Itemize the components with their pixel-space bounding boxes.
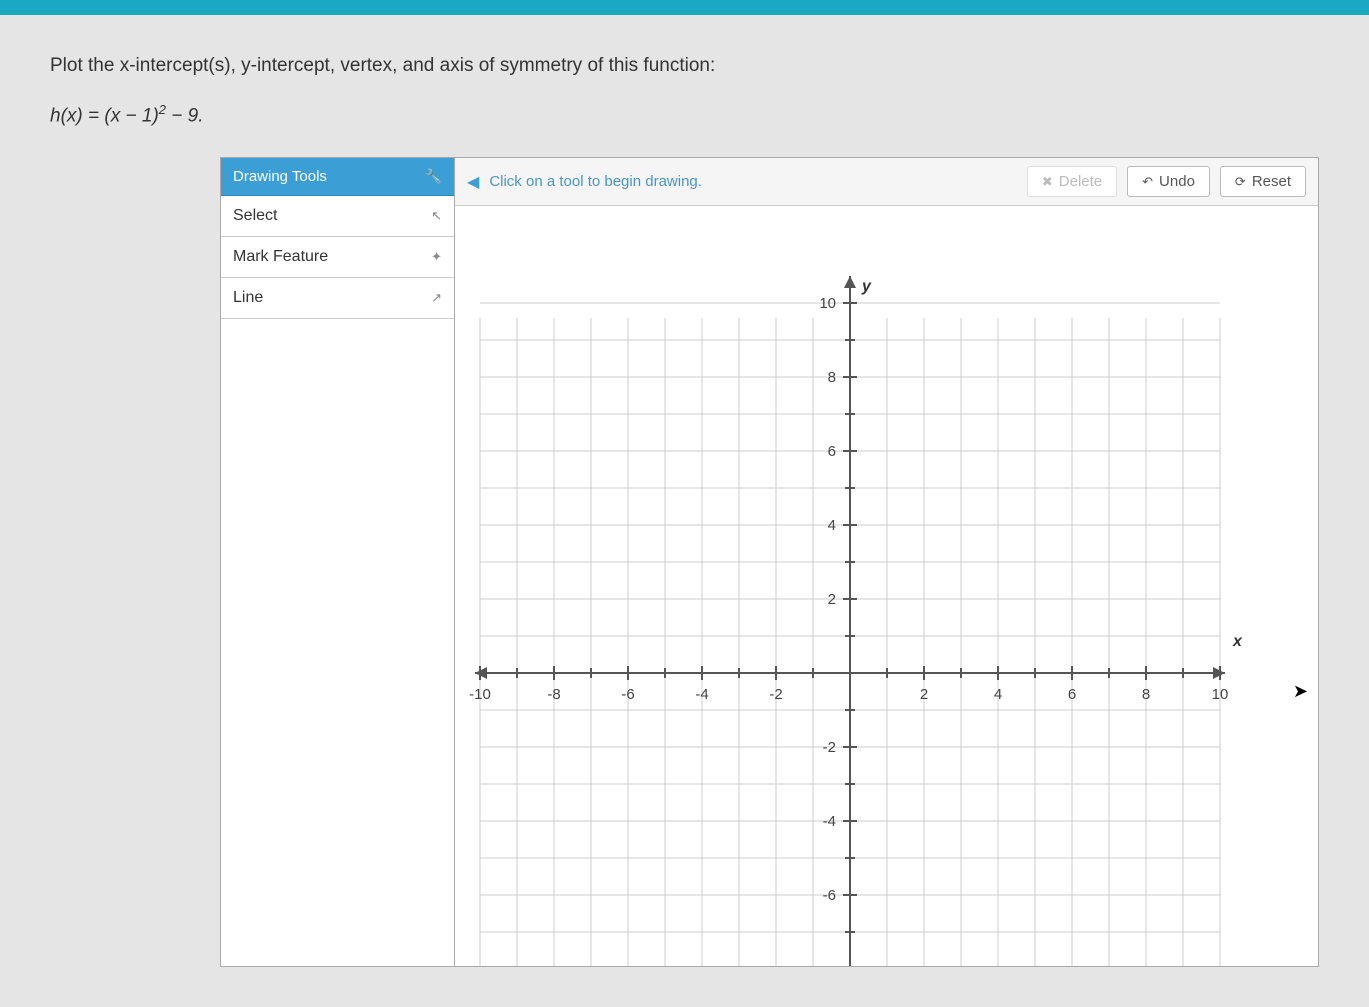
graph-panel: ◀ Click on a tool to begin drawing. ✖ De… bbox=[455, 157, 1319, 967]
tools-title: Drawing Tools bbox=[233, 168, 327, 185]
toolbar-hint: Click on a tool to begin drawing. bbox=[489, 173, 1017, 190]
line-icon: ↗ bbox=[431, 290, 442, 306]
content-area: Plot the x-intercept(s), y-intercept, ve… bbox=[0, 15, 1369, 1007]
svg-text:4: 4 bbox=[828, 517, 836, 534]
collapse-icon[interactable]: ◀ bbox=[467, 172, 479, 192]
x-axis-label: x bbox=[1232, 633, 1243, 650]
equation-text: h(x) = (x − 1)2 − 9. bbox=[50, 102, 1319, 127]
tool-label: Line bbox=[233, 289, 263, 307]
svg-text:-4: -4 bbox=[823, 813, 836, 830]
svg-text:-6: -6 bbox=[621, 686, 634, 703]
svg-text:2: 2 bbox=[920, 686, 928, 703]
cursor-icon: ↖ bbox=[431, 208, 442, 224]
svg-text:6: 6 bbox=[828, 443, 836, 460]
tool-mark-feature[interactable]: Mark Feature ✦ bbox=[221, 237, 454, 278]
delete-icon: ✖ bbox=[1042, 174, 1053, 190]
plus-icon: ✦ bbox=[431, 249, 442, 265]
y-axis-label: y bbox=[861, 278, 872, 295]
drawing-tools-panel: Drawing Tools 🔧 Select ↖ Mark Feature ✦ … bbox=[220, 157, 455, 967]
svg-text:10: 10 bbox=[1212, 686, 1229, 703]
mouse-cursor-icon: ➤ bbox=[1293, 681, 1308, 702]
svg-text:8: 8 bbox=[1142, 686, 1150, 703]
svg-text:-2: -2 bbox=[769, 686, 782, 703]
svg-text:6: 6 bbox=[1068, 686, 1076, 703]
svg-text:4: 4 bbox=[994, 686, 1002, 703]
tool-label: Mark Feature bbox=[233, 248, 328, 266]
tool-label: Select bbox=[233, 207, 277, 225]
graph-toolbar: ◀ Click on a tool to begin drawing. ✖ De… bbox=[455, 158, 1318, 206]
wrench-icon[interactable]: 🔧 bbox=[425, 168, 442, 185]
y-axis-arrow-up bbox=[844, 276, 856, 288]
svg-text:-4: -4 bbox=[695, 686, 708, 703]
svg-text:8: 8 bbox=[828, 369, 836, 386]
undo-button[interactable]: ↶ Undo bbox=[1127, 166, 1210, 197]
svg-text:-10: -10 bbox=[469, 686, 491, 703]
coordinate-plane[interactable]: x y -10 -8 -6 -4 -2 2 4 6 8 10 2 4 6 8 10 -2 -4 -6 ➤ bbox=[455, 206, 1318, 966]
workspace: Drawing Tools 🔧 Select ↖ Mark Feature ✦ … bbox=[220, 157, 1319, 967]
svg-text:-8: -8 bbox=[547, 686, 560, 703]
question-prompt: Plot the x-intercept(s), y-intercept, ve… bbox=[50, 55, 1319, 77]
svg-text:10: 10 bbox=[819, 295, 836, 312]
tool-select[interactable]: Select ↖ bbox=[221, 196, 454, 237]
delete-button: ✖ Delete bbox=[1027, 166, 1117, 197]
svg-text:2: 2 bbox=[828, 591, 836, 608]
tool-line[interactable]: Line ↗ bbox=[221, 278, 454, 319]
svg-text:-2: -2 bbox=[823, 739, 836, 756]
reset-icon: ⟳ bbox=[1235, 174, 1246, 190]
graph-svg[interactable]: x y -10 -8 -6 -4 -2 2 4 6 8 10 2 4 6 8 10 -2 -4 -6 bbox=[455, 206, 1245, 966]
reset-button[interactable]: ⟳ Reset bbox=[1220, 166, 1306, 197]
undo-icon: ↶ bbox=[1142, 174, 1153, 190]
tools-header: Drawing Tools 🔧 bbox=[221, 158, 454, 196]
header-bar bbox=[0, 0, 1369, 15]
svg-text:-6: -6 bbox=[823, 887, 836, 904]
